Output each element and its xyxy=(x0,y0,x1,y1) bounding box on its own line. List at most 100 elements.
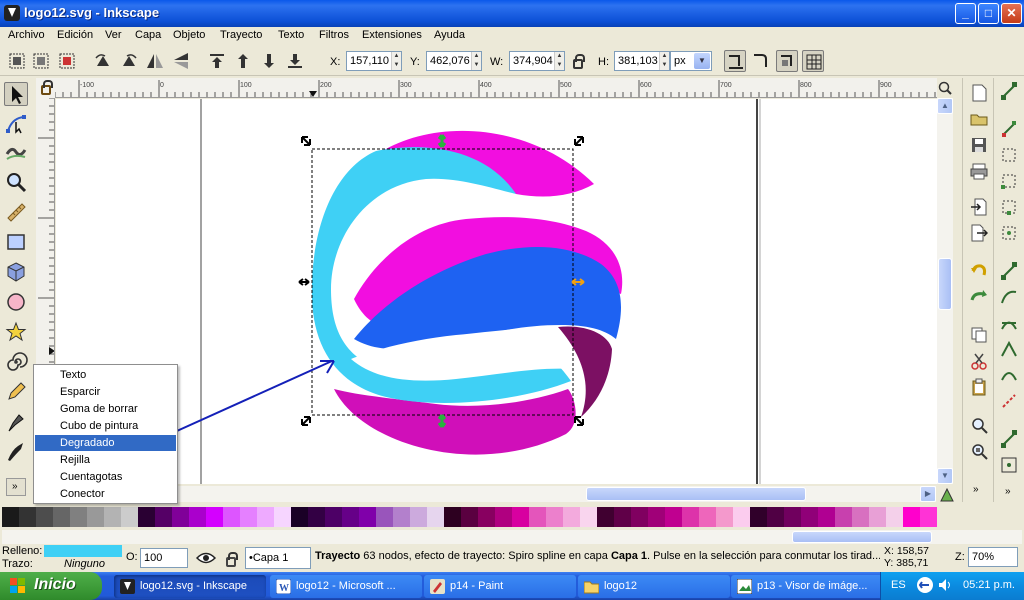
palette-swatch[interactable] xyxy=(818,507,835,527)
palette-swatch[interactable] xyxy=(699,507,716,527)
menu-item-esparcir[interactable]: Esparcir xyxy=(35,384,176,400)
layer-lock-icon[interactable] xyxy=(226,552,238,567)
resize-handle-se[interactable] xyxy=(574,416,584,426)
save-icon[interactable] xyxy=(970,136,988,154)
palette-swatch[interactable] xyxy=(716,507,733,527)
palette-swatch[interactable] xyxy=(376,507,393,527)
rotate-ccw-button[interactable] xyxy=(92,50,114,72)
copy-icon[interactable] xyxy=(970,326,988,344)
menu-edicion[interactable]: Edición xyxy=(57,29,93,41)
palette-swatch[interactable] xyxy=(308,507,325,527)
import-icon[interactable] xyxy=(970,198,988,216)
snap-bbox-edge-icon[interactable] xyxy=(1000,146,1018,164)
lower-to-bottom-button[interactable] xyxy=(284,50,306,72)
palette-swatch[interactable] xyxy=(2,507,19,527)
eye-icon[interactable] xyxy=(195,550,217,566)
menu-item-rejilla[interactable]: Rejilla xyxy=(35,452,176,468)
menu-capa[interactable]: Capa xyxy=(135,29,161,41)
fill-swatch[interactable] xyxy=(44,545,122,557)
palette-swatch[interactable] xyxy=(801,507,818,527)
spiral-tool[interactable] xyxy=(4,350,28,374)
y-field[interactable]: 462,076 ▲ ▼ xyxy=(426,51,482,71)
tweak-tool[interactable] xyxy=(4,140,28,164)
scale-stroke-button[interactable] xyxy=(724,50,746,72)
snap-bbox-corner-icon[interactable] xyxy=(1000,172,1018,190)
vertical-scrollbar[interactable]: ▲ ▼ xyxy=(937,98,953,484)
pen-tool[interactable] xyxy=(4,410,28,434)
palette-swatch[interactable] xyxy=(614,507,631,527)
palette-swatch[interactable] xyxy=(580,507,597,527)
start-button[interactable]: Inicio xyxy=(0,572,102,600)
palette-swatch[interactable] xyxy=(563,507,580,527)
rotate-cw-button[interactable] xyxy=(118,50,140,72)
palette-swatch[interactable] xyxy=(410,507,427,527)
zoom-tool[interactable] xyxy=(4,170,28,194)
palette-swatch[interactable] xyxy=(104,507,121,527)
palette-swatch[interactable] xyxy=(903,507,920,527)
guide-lock-icon[interactable] xyxy=(41,80,53,95)
transform-patterns-button[interactable] xyxy=(802,50,824,72)
resize-handle-sw[interactable] xyxy=(301,416,311,426)
star-tool[interactable] xyxy=(4,320,28,344)
language-indicator[interactable]: ES xyxy=(891,579,906,591)
menu-archivo[interactable]: Archivo xyxy=(8,29,45,41)
raise-to-top-button[interactable] xyxy=(206,50,228,72)
palette-swatch[interactable] xyxy=(478,507,495,527)
task-folder[interactable]: logo12 xyxy=(578,575,730,598)
palette-swatch[interactable] xyxy=(87,507,104,527)
palette-swatch[interactable] xyxy=(750,507,767,527)
pencil-tool[interactable] xyxy=(4,380,28,404)
unit-select[interactable]: px ▼ xyxy=(670,51,712,71)
resize-handle-ne[interactable] xyxy=(574,136,584,146)
x-field[interactable]: 157,110 ▲ ▼ xyxy=(346,51,402,71)
palette-swatch[interactable] xyxy=(529,507,546,527)
menu-item-degradado[interactable]: Degradado xyxy=(35,435,176,451)
palette-scroll-thumb[interactable] xyxy=(792,531,932,543)
palette-swatch[interactable] xyxy=(206,507,223,527)
task-image-viewer[interactable]: p13 - Visor de imáge... xyxy=(731,575,883,598)
invert-selection-button[interactable] xyxy=(56,50,78,72)
menu-item-goma-de-borrar[interactable]: Goma de borrar xyxy=(35,401,176,417)
palette-swatch[interactable] xyxy=(223,507,240,527)
menu-item-texto[interactable]: Texto xyxy=(35,367,176,383)
zoom-selection-icon[interactable] xyxy=(970,416,988,434)
color-management-icon[interactable] xyxy=(940,487,954,502)
palette-swatch[interactable] xyxy=(172,507,189,527)
menu-ver[interactable]: Ver xyxy=(105,29,122,41)
more-snap-icon[interactable]: » xyxy=(1005,486,1011,497)
lock-icon[interactable] xyxy=(573,54,585,69)
open-folder-icon[interactable] xyxy=(970,110,988,128)
palette-swatch[interactable] xyxy=(70,507,87,527)
palette-swatch[interactable] xyxy=(240,507,257,527)
palette-swatch[interactable] xyxy=(767,507,784,527)
palette-swatches[interactable] xyxy=(2,507,937,527)
menu-ayuda[interactable]: Ayuda xyxy=(434,29,465,41)
menu-extensiones[interactable]: Extensiones xyxy=(362,29,422,41)
select-all-button[interactable] xyxy=(6,50,28,72)
print-icon[interactable] xyxy=(970,162,988,180)
palette-swatch[interactable] xyxy=(121,507,138,527)
palette-swatch[interactable] xyxy=(138,507,155,527)
palette-swatch[interactable] xyxy=(461,507,478,527)
palette-swatch[interactable] xyxy=(852,507,869,527)
palette-swatch[interactable] xyxy=(886,507,903,527)
stroke-value[interactable]: Ninguno xyxy=(64,558,105,570)
horizontal-scroll-thumb[interactable] xyxy=(586,487,806,501)
flip-horizontal-button[interactable] xyxy=(144,50,166,72)
drawing-canvas[interactable] xyxy=(56,99,937,484)
snap-toggle-icon[interactable] xyxy=(1000,82,1018,100)
palette-swatch[interactable] xyxy=(597,507,614,527)
x-spinner[interactable]: ▲ ▼ xyxy=(391,52,401,70)
snap-page-border-icon[interactable] xyxy=(1000,430,1018,448)
3d-box-tool[interactable] xyxy=(4,260,28,284)
measure-tool[interactable] xyxy=(4,200,28,224)
palette-swatch[interactable] xyxy=(19,507,36,527)
more-tools-button[interactable]: » xyxy=(6,478,26,496)
zoom-fit-icon[interactable] xyxy=(937,80,953,96)
transform-gradients-button[interactable] xyxy=(776,50,798,72)
palette-swatch[interactable] xyxy=(257,507,274,527)
palette-swatch[interactable] xyxy=(342,507,359,527)
calligraphy-tool[interactable] xyxy=(4,440,28,464)
palette-swatch[interactable] xyxy=(189,507,206,527)
cut-icon[interactable] xyxy=(970,352,988,370)
